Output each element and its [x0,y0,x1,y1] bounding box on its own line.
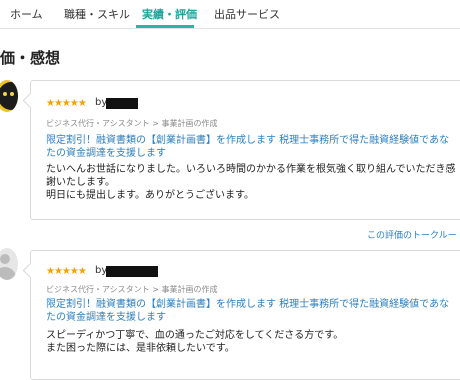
service-category: ビジネス代行・アシスタント > 事業計画の作成 [46,285,218,294]
service-title-link[interactable]: 限定割引！融資書類の【創業計画書】を作成します 税理士事務所で得た融資経験値であ… [46,298,456,324]
talk-room-link[interactable]: この評価のトークルー [367,228,457,241]
tab-home[interactable]: ホーム [10,6,43,22]
tab-reviews[interactable]: 実績・評価 [142,6,197,22]
active-tab-indicator [136,25,194,28]
rating-stars: ★★★★★ [46,98,87,109]
review-comment: たいへんお世話になりました。いろいろ時間のかかる作業を根気強く取り組んでいただき… [46,164,456,201]
tab-services[interactable]: 出品サービス [214,6,280,22]
section-title: 価・感想 [0,49,61,67]
review-comment: スピーディかつ丁寧で、血の通ったご対応をしてくださる方です。 また困った際には、… [46,330,344,354]
default-user-avatar[interactable] [0,248,18,280]
redacted-reviewer-name [106,98,138,109]
tab-skills[interactable]: 職種・スキル [64,6,130,22]
review-card: ★★★★★ by ビジネス代行・アシスタント > 事業計画の作成 限定割引！融資… [22,80,460,220]
card-pointer [22,92,39,109]
profile-tabs: ホーム 職種・スキル 実績・評価 出品サービス [0,0,460,29]
service-title-link[interactable]: 限定割引！融資書類の【創業計画書】を作成します 税理士事務所で得た融資経験値であ… [46,134,456,160]
rating-stars: ★★★★★ [46,266,87,277]
redacted-reviewer-name [106,266,158,277]
review-card: ★★★★★ by ビジネス代行・アシスタント > 事業計画の作成 限定割引！融資… [22,250,460,380]
cat-avatar[interactable] [0,80,18,112]
service-category: ビジネス代行・アシスタント > 事業計画の作成 [46,119,218,128]
card-pointer [22,262,39,279]
